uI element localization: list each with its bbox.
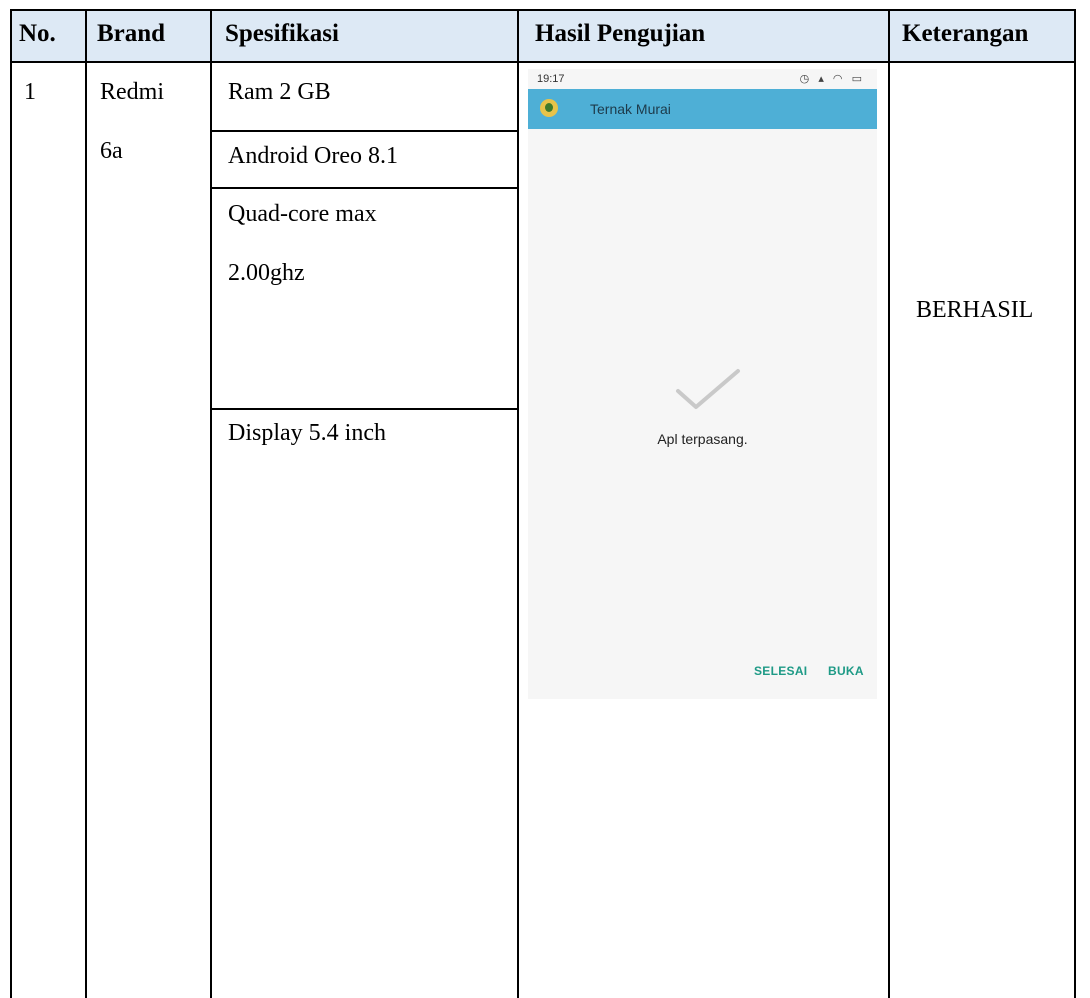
spec-divider [211,408,517,410]
app-logo-icon [540,99,558,117]
install-message: Apl terpasang. [657,431,748,447]
header-result: Hasil Pengujian [535,20,706,47]
spec-display: Display 5.4 inch [228,420,386,446]
table-border-left [10,9,12,998]
cell-brand-line2: 6a [100,138,123,164]
spec-divider [211,130,517,132]
open-button[interactable]: BUKA [828,664,864,678]
table-border-top [10,9,1076,11]
phone-screenshot: 19:17 ◷ ▴ ◠ ▭ Ternak Murai Apl terpasang… [528,69,877,699]
app-bar: Ternak Murai [528,89,877,129]
header-no: No. [19,20,56,47]
header-spec: Spesifikasi [225,20,339,47]
table-header-divider [10,61,1076,63]
battery-icon: ▭ [851,73,865,85]
spec-cpu-line2: 2.00ghz [228,260,305,286]
spec-cpu-line1: Quad-core max [228,201,377,227]
cell-brand-line1: Redmi [100,79,164,105]
spec-os: Android Oreo 8.1 [228,143,398,169]
done-button[interactable]: SELESAI [754,664,807,678]
signal-icon: ▴ [818,73,827,85]
cell-no: 1 [24,79,36,105]
checkmark-icon [676,369,740,409]
column-divider [210,9,212,998]
status-icons: ◷ ▴ ◠ ▭ [800,72,865,85]
cell-note: BERHASIL [916,297,1034,323]
status-time: 19:17 [537,73,565,85]
column-divider [888,9,890,998]
column-divider [517,9,519,998]
column-divider [85,9,87,998]
alarm-icon: ◷ [799,73,813,85]
app-title: Ternak Murai [590,101,671,117]
status-bar: 19:17 ◷ ▴ ◠ ▭ [528,69,877,89]
table-border-right [1074,9,1076,998]
spec-divider [211,187,517,189]
wifi-icon: ◠ [832,73,846,85]
spec-ram: Ram 2 GB [228,79,331,105]
header-brand: Brand [97,20,166,47]
header-note: Keterangan [902,20,1029,47]
